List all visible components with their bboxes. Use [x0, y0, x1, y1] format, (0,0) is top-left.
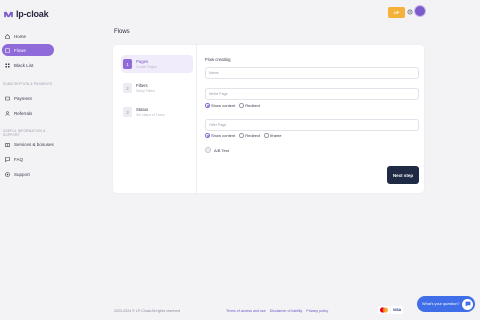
flows-icon: [5, 47, 10, 53]
step-title: Status: [136, 107, 149, 112]
mastercard-icon: [378, 306, 390, 314]
page-title: Flows: [114, 29, 130, 35]
radio-indicator: [264, 133, 269, 138]
radio-iframe[interactable]: Iframe: [264, 133, 282, 138]
list-icon: [5, 63, 10, 68]
section-subscription: SUBSCRIPTION & PAYMENTS: [3, 82, 53, 86]
offer-page-options: Show content Redirect Iframe: [205, 133, 282, 138]
step-number: 1: [123, 59, 132, 69]
footer-copyright: 2023-2024 © LP-Cloak All rights reserved: [114, 309, 181, 313]
flow-card: 1 Pages Create Pages 2 Filters Setup Fil…: [113, 45, 424, 193]
avatar[interactable]: [414, 5, 426, 17]
sidebar-item-referrals[interactable]: Referrals: [2, 107, 54, 119]
visa-icon: VISA: [391, 306, 403, 314]
ab-test-toggle[interactable]: A/B Test: [205, 147, 229, 153]
white-page-input[interactable]: White Page: [205, 88, 419, 100]
name-input[interactable]: Name: [205, 67, 419, 79]
radio-label: Iframe: [270, 133, 282, 138]
gear-icon[interactable]: [407, 9, 413, 15]
radio-indicator: [239, 133, 244, 138]
sidebar-item-payment[interactable]: Payment: [2, 92, 54, 104]
support-icon: [5, 171, 10, 177]
radio-indicator: [239, 103, 244, 108]
card-icon: [5, 96, 10, 101]
radio-label: Show content: [211, 103, 236, 108]
step-title: Filters: [136, 83, 148, 88]
logo[interactable]: lp-cloak: [4, 9, 49, 19]
radio-show-content[interactable]: Show content: [205, 133, 235, 138]
sidebar-item-home[interactable]: Home: [2, 30, 54, 42]
sidebar-item-label: Payment: [14, 95, 32, 101]
white-page-options: Show content Redirect: [205, 103, 260, 108]
radio-label: Redirect: [245, 103, 261, 108]
step-subtitle: Set status of Flows: [136, 113, 165, 117]
step-filters[interactable]: 2 Filters Setup Filters: [121, 79, 193, 97]
footer-links: Terms of access and use Disclaimer of li…: [226, 309, 328, 313]
radio-indicator: [205, 133, 210, 138]
sidebar-item-label: Support: [14, 171, 30, 177]
step-status[interactable]: 3 Status Set status of Flows: [121, 103, 193, 121]
step-number: 3: [123, 107, 132, 117]
sidebar-item-support[interactable]: Support: [2, 168, 54, 180]
radio-label: Show content: [211, 133, 236, 138]
form-heading: Flow creating: [205, 57, 231, 62]
next-step-button[interactable]: Next step: [387, 166, 419, 184]
chat-bubble-icon: [462, 298, 473, 310]
sidebar-item-services[interactable]: Services & bonuses: [2, 138, 54, 150]
steps-panel: 1 Pages Create Pages 2 Filters Setup Fil…: [113, 45, 197, 193]
sidebar-item-label: Home: [14, 33, 27, 39]
radio-redirect[interactable]: Redirect: [239, 133, 260, 138]
sidebar-item-label: FAQ: [14, 156, 24, 162]
help-label: What's your question?: [422, 302, 460, 306]
sidebar: lp-cloak Home Flows Black List SUBSCRIPT…: [0, 0, 56, 320]
toggle-indicator: [205, 147, 211, 153]
ab-test-label: A/B Test: [214, 147, 229, 153]
disclaimer-link[interactable]: Disclaimer of liability: [270, 309, 303, 313]
upgrade-button[interactable]: UP: [388, 7, 405, 18]
sidebar-item-black-list[interactable]: Black List: [2, 59, 54, 71]
step-number: 2: [123, 83, 132, 93]
sidebar-item-label: Referrals: [14, 110, 33, 116]
radio-label: Redirect: [245, 133, 261, 138]
users-icon: [5, 110, 10, 116]
section-info: USEFUL INFORMATION & SUPPORT: [3, 129, 46, 137]
step-title: Pages: [136, 59, 149, 64]
sidebar-item-label: Flows: [14, 47, 26, 53]
step-pages[interactable]: 1 Pages Create Pages: [121, 55, 193, 73]
radio-redirect[interactable]: Redirect: [239, 103, 260, 108]
sidebar-item-label: Black List: [14, 62, 34, 68]
offer-page-input[interactable]: Offer Page: [205, 119, 419, 131]
home-icon: [5, 33, 10, 39]
terms-link[interactable]: Terms of access and use: [226, 309, 266, 313]
radio-show-content[interactable]: Show content: [205, 103, 235, 108]
sidebar-item-label: Services & bonuses: [14, 141, 54, 147]
radio-indicator: [205, 103, 210, 108]
app-name: lp-cloak: [16, 9, 49, 19]
step-subtitle: Create Pages: [136, 65, 157, 69]
logo-icon: [4, 11, 13, 17]
privacy-link[interactable]: Privacy policy: [306, 309, 328, 313]
step-subtitle: Setup Filters: [136, 89, 156, 93]
help-chat-button[interactable]: What's your question?: [417, 296, 475, 312]
sidebar-item-faq[interactable]: FAQ: [2, 153, 54, 165]
chat-icon: [5, 156, 10, 162]
sidebar-item-flows[interactable]: Flows: [2, 44, 54, 56]
gift-icon: [5, 142, 10, 147]
